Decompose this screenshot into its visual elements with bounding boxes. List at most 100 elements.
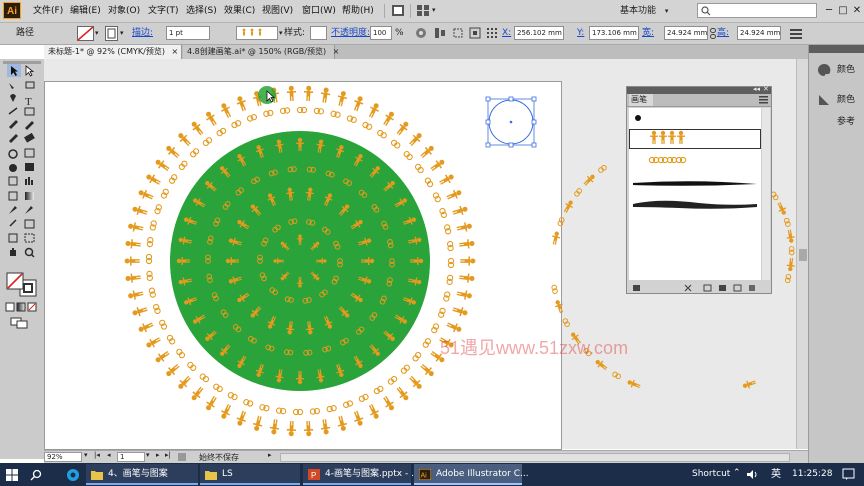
stroke-weight-field[interactable]: 1 pt (166, 26, 210, 40)
artboard-number-field[interactable]: 1 (117, 452, 145, 462)
menu-separator (384, 4, 385, 18)
isolate-icon[interactable] (469, 27, 481, 39)
y-position-field[interactable]: 173.106 mm (589, 26, 639, 40)
panel-titlebar[interactable]: ◂◂ ✕ (627, 85, 771, 94)
windows-taskbar: 4、画笔与图案 LS P 4-画笔与图案.pptx - ... Ai Adobe… (0, 463, 864, 486)
chevron-up-icon[interactable]: ⌃ (733, 468, 741, 478)
tab-create-brush[interactable]: 4.8创建画笔.ai* @ 150% (RGB/预览) × (183, 45, 339, 59)
menu-object[interactable]: 对象(O) (108, 0, 140, 22)
taskbar-item-illustrator[interactable]: Ai Adobe Illustrator C... (414, 464, 529, 485)
tab-label: 未标题-1* @ 92% (CMYK/预览) (48, 47, 165, 56)
stroke-swatch-icon[interactable] (105, 26, 118, 41)
brushes-panel[interactable]: ◂◂ ✕ 画笔 (626, 85, 772, 294)
last-artboard-button[interactable]: ▸| (165, 451, 171, 459)
width-label[interactable]: 宽: (642, 23, 654, 44)
zoom-field[interactable]: 92% (44, 452, 82, 462)
scrollbar-thumb[interactable] (799, 249, 807, 261)
status-menu-arrow[interactable]: ▸ (268, 451, 272, 459)
height-label[interactable]: 高: (717, 23, 729, 44)
opacity-label[interactable]: 不透明度: (331, 23, 370, 44)
volume-icon[interactable] (746, 469, 758, 480)
dock-color[interactable]: 颜色 (811, 59, 863, 81)
workspace-switcher[interactable]: 基本功能 ▾ (620, 3, 682, 19)
taskbar-item-folder-ls[interactable]: LS (200, 464, 300, 485)
close-icon[interactable]: × (333, 47, 340, 56)
previous-artboard-button[interactable]: ◂ (107, 451, 111, 459)
dock-titlebar[interactable] (809, 45, 864, 53)
taskbar-item-powerpoint[interactable]: P 4-画笔与图案.pptx - ... (303, 464, 420, 485)
chevron-down-icon[interactable]: ▾ (279, 23, 283, 44)
menu-separator (410, 4, 411, 18)
notification-icon[interactable] (842, 468, 855, 481)
taskbar-label: 4、画笔与图案 (108, 469, 168, 479)
minimize-button[interactable]: ─ (822, 3, 836, 18)
svg-text:Ai: Ai (421, 473, 428, 480)
stroke-label[interactable]: 描边: (132, 23, 153, 44)
next-artboard-button[interactable]: ▸ (156, 451, 160, 459)
horizontal-scrollbar[interactable] (280, 453, 790, 462)
menu-file[interactable]: 文件(F) (33, 0, 63, 22)
selected-circle[interactable] (485, 96, 537, 148)
chevron-down-icon[interactable]: ▾ (146, 451, 150, 459)
menu-type[interactable]: 文字(T) (148, 0, 179, 22)
illustrator-icon: Ai (419, 469, 431, 480)
chevron-down-icon[interactable]: ▾ (95, 23, 99, 44)
menu-view[interactable]: 视图(V) (262, 0, 293, 22)
tab-untitled-1[interactable]: 未标题-1* @ 92% (CMYK/预览) × (44, 45, 182, 59)
brush-list-scrollbar[interactable] (762, 108, 770, 280)
maximize-button[interactable]: □ (836, 3, 850, 18)
menu-select[interactable]: 选择(S) (186, 0, 217, 22)
collapse-icon[interactable]: ◂◂ (753, 85, 760, 93)
graphic-style-swatch[interactable] (310, 26, 327, 40)
opacity-field[interactable]: 100 (370, 26, 392, 40)
status-toggle[interactable] (178, 453, 186, 461)
document-tabs: 未标题-1* @ 92% (CMYK/预览) × 4.8创建画笔.ai* @ 1… (44, 45, 808, 59)
fill-swatch-icon[interactable] (77, 26, 94, 41)
chevron-down-icon[interactable]: ▾ (84, 451, 88, 459)
bridge-icon[interactable] (391, 4, 405, 17)
x-position-field[interactable]: 256.102 mm (514, 26, 564, 40)
close-icon[interactable]: ✕ (763, 85, 769, 93)
height-field[interactable]: 24.924 mm (737, 26, 781, 40)
brush-definition-field[interactable] (236, 26, 278, 40)
arrange-documents-icon[interactable] (416, 4, 430, 17)
first-artboard-button[interactable]: |◂ (94, 451, 100, 459)
taskbar-label: LS (222, 469, 233, 479)
menu-edit[interactable]: 编辑(E) (70, 0, 101, 22)
chevron-down-icon[interactable]: ▾ (120, 23, 124, 44)
edge-browser-icon[interactable] (66, 468, 80, 482)
brush-list[interactable] (629, 108, 761, 280)
search-input[interactable] (697, 3, 817, 18)
align-icon[interactable] (434, 27, 446, 39)
status-bar: 92% ▾ |◂ ◂ 1 ▾ ▸ ▸| 始终不保存 ▸ (44, 450, 808, 464)
clock[interactable]: 11:25:28 (792, 463, 832, 486)
close-icon[interactable]: × (172, 47, 179, 56)
dock-color-guide[interactable]: 颜色参考 (811, 89, 863, 127)
panel-menu-icon[interactable] (759, 96, 768, 104)
ime-indicator[interactable]: 英 (771, 463, 781, 486)
dock-label: 颜色 (837, 65, 856, 75)
width-field[interactable]: 24.924 mm (664, 26, 708, 40)
dock-label: 颜色参考 (837, 95, 856, 127)
transform-icon[interactable] (452, 27, 464, 39)
shortcut-label[interactable]: Shortcut (692, 463, 730, 486)
panel-menu-icon[interactable] (789, 27, 803, 40)
search-icon[interactable] (30, 469, 42, 481)
link-icon[interactable] (709, 28, 717, 39)
menu-help[interactable]: 帮助(H) (342, 0, 374, 22)
chevron-down-icon[interactable]: ▾ (432, 6, 436, 14)
menu-window[interactable]: 窗口(W) (302, 0, 336, 22)
y-label[interactable]: Y: (577, 23, 584, 44)
taskbar-item-folder-brushes[interactable]: 4、画笔与图案 (86, 464, 198, 485)
chevron-down-icon: ▾ (664, 7, 669, 15)
recolor-artwork-icon[interactable] (415, 27, 427, 39)
x-label[interactable]: X: (502, 23, 511, 44)
tab-brushes[interactable]: 画笔 (629, 94, 653, 106)
illustrator-logo: Ai (3, 2, 21, 19)
reference-point-icon[interactable] (486, 27, 498, 39)
menu-bar: Ai 文件(F) 编辑(E) 对象(O) 文字(T) 选择(S) 效果(C) 视… (0, 0, 864, 23)
close-button[interactable]: ✕ (850, 3, 864, 18)
menu-effect[interactable]: 效果(C) (224, 0, 255, 22)
windows-start-icon[interactable] (6, 469, 18, 481)
svg-text:T: T (25, 96, 32, 108)
